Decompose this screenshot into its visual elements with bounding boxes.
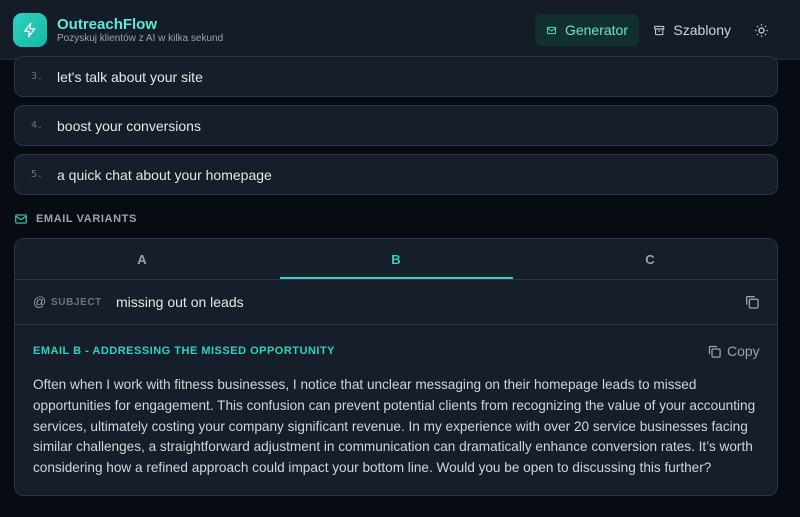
copy-icon	[708, 345, 721, 358]
subject-line-text: boost your conversions	[57, 117, 201, 134]
theme-toggle-button[interactable]	[750, 19, 772, 41]
sun-icon	[754, 23, 768, 37]
app-logo	[13, 13, 47, 47]
subject-line-item[interactable]: 5. a quick chat about your homepage	[14, 154, 778, 195]
subject-line-text: a quick chat about your homepage	[57, 166, 272, 183]
copy-icon	[746, 296, 759, 309]
at-sign-icon: @	[33, 294, 47, 309]
email-variants-card: A B C @ SUBJECT missing out on leads EMA…	[14, 238, 778, 496]
subject-bar: @ SUBJECT missing out on leads	[15, 280, 777, 325]
mail-icon	[15, 214, 27, 224]
app-header: OutreachFlow Pozyskuj klientów z AI w ki…	[0, 0, 800, 60]
subject-line-number: 4.	[31, 120, 44, 131]
nav-szablony-label: Szablony	[673, 22, 731, 38]
subject-line-item[interactable]: 3. let's talk about your site	[14, 56, 778, 97]
nav-generator-button[interactable]: Generator	[535, 14, 639, 46]
app-subtitle: Pozyskuj klientów z AI w kilka sekund	[57, 33, 224, 44]
email-variants-heading: EMAIL VARIANTS	[14, 212, 137, 226]
copy-email-button[interactable]: Copy	[707, 343, 760, 359]
nav-generator-label: Generator	[564, 22, 628, 38]
copy-subject-button[interactable]	[744, 294, 762, 312]
tab-variant-c[interactable]: C	[523, 239, 777, 280]
subject-line-number: 3.	[31, 71, 44, 82]
archive-icon	[654, 25, 665, 35]
lightning-icon	[24, 22, 36, 38]
email-heading: EMAIL B - ADDRESSING THE MISSED OPPORTUN…	[33, 345, 336, 357]
email-body: Often when I work with fitness businesse…	[33, 377, 756, 476]
subject-line-item[interactable]: 4. boost your conversions	[14, 105, 778, 146]
subject-value: missing out on leads	[116, 294, 244, 310]
nav-szablony-button[interactable]: Szablony	[642, 14, 742, 46]
variant-tabs: A B C	[15, 239, 777, 280]
subject-line-number: 5.	[31, 169, 44, 180]
tab-variant-a[interactable]: A	[15, 239, 269, 280]
app-title: OutreachFlow	[57, 16, 158, 33]
active-tab-indicator	[280, 277, 513, 279]
email-variants-label: EMAIL VARIANTS	[36, 213, 137, 225]
mail-icon	[546, 26, 557, 34]
copy-label: Copy	[727, 343, 760, 359]
subject-key-label: SUBJECT	[51, 297, 102, 308]
tab-variant-b[interactable]: B	[269, 239, 523, 280]
subject-line-text: let's talk about your site	[57, 68, 203, 85]
